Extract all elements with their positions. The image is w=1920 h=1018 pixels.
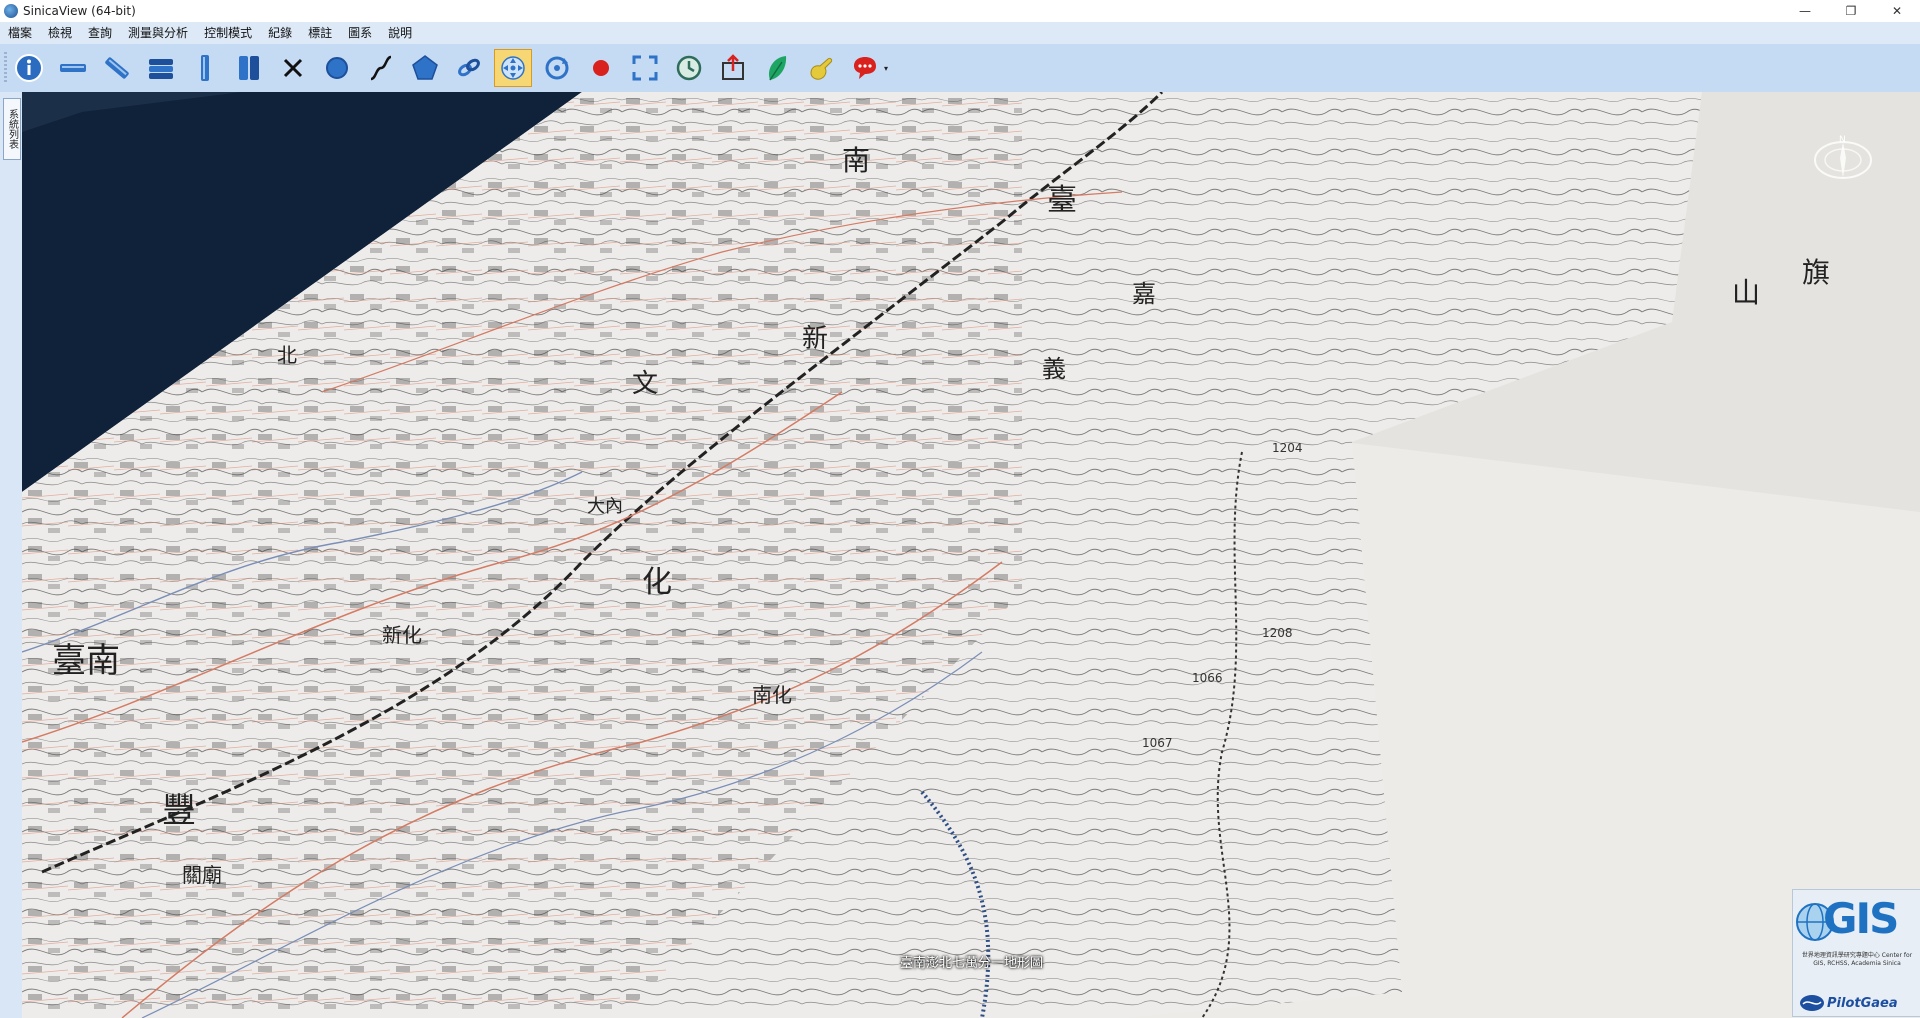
minimize-button[interactable]: — (1782, 0, 1828, 22)
app-globe-icon (4, 4, 18, 18)
vertical-ruler-button[interactable] (188, 51, 222, 85)
export-icon (722, 54, 744, 80)
history-button[interactable] (672, 51, 706, 85)
leaf-icon (768, 56, 787, 81)
clear-button[interactable] (276, 51, 310, 85)
map-label: 南化 (752, 683, 792, 707)
close-x-icon (283, 58, 303, 78)
diagonal-ruler-button[interactable] (100, 51, 134, 85)
pan-navigation-icon (501, 56, 525, 80)
left-sidebar: 系統列表 (0, 92, 23, 1018)
gis-logo-subtitle: 世界地理資訊學研究專題中心 Center for GIS, RCHSS, Aca… (1801, 952, 1913, 967)
toolbar-grip[interactable] (4, 52, 7, 84)
map-label: 旗 (1802, 256, 1830, 289)
restore-button[interactable]: ❐ (1828, 0, 1874, 22)
menu-view[interactable]: 檢視 (40, 22, 80, 44)
map-label: 文 (632, 369, 658, 399)
map-label: 關廟 (182, 863, 222, 887)
vertical-ruler-icon (201, 55, 209, 81)
record-button[interactable] (584, 51, 618, 85)
rotate-icon (545, 56, 569, 80)
menu-help[interactable]: 說明 (380, 22, 420, 44)
horizontal-ruler-icon (60, 64, 86, 72)
map-label: 北 (277, 343, 297, 367)
map-sheet-caption: 臺南澎北七萬分一地形圖 (900, 956, 1044, 971)
menu-bar: 檔案 檢視 查詢 測量與分析 控制模式 紀錄 標註 圖系 說明 (0, 22, 1920, 44)
curve-measure-icon (370, 55, 392, 81)
fullscreen-icon (632, 55, 658, 81)
layer-stack-icon (149, 59, 173, 79)
diagonal-ruler-icon (105, 57, 129, 79)
pilotgaea-logo-icon (1800, 995, 1824, 1011)
terrain-map-canvas[interactable]: 臺 南 文 新 豐 化 嘉 義 山 旗 北 新化 臺南 大內 南化 關廟 120… (22, 92, 1920, 1018)
circle-measure-button[interactable] (320, 51, 354, 85)
history-clock-icon (676, 55, 702, 81)
map-label: 南 (842, 144, 870, 177)
map-label: 新化 (382, 623, 422, 647)
leaf-button[interactable] (760, 51, 794, 85)
double-ruler-icon (239, 56, 259, 80)
compass-north-label: N (1839, 135, 1846, 145)
close-button[interactable]: ✕ (1874, 0, 1920, 22)
link-icon (458, 58, 480, 77)
map-label: 大內 (587, 496, 623, 517)
map-label: 豐 (162, 791, 196, 831)
menu-annotation[interactable]: 標註 (300, 22, 340, 44)
rotate-button[interactable] (540, 51, 574, 85)
record-icon (593, 60, 609, 76)
compass-icon[interactable]: N (1812, 134, 1874, 182)
elevation-label: 1208 (1262, 626, 1293, 640)
pan-navigation-button[interactable] (494, 49, 532, 87)
menu-record[interactable]: 紀錄 (260, 22, 300, 44)
fullscreen-button[interactable] (628, 51, 662, 85)
link-button[interactable] (452, 51, 486, 85)
horizontal-ruler-button[interactable] (56, 51, 90, 85)
menu-file[interactable]: 檔案 (0, 22, 40, 44)
annotation-hand-icon (810, 57, 833, 80)
map-label: 化 (642, 565, 672, 600)
layer-stack-button[interactable] (144, 51, 178, 85)
sidebar-tab-system-list[interactable]: 系統列表 (3, 98, 21, 160)
menu-map-series[interactable]: 圖系 (340, 22, 380, 44)
title-bar: SinicaView (64-bit) — ❐ ✕ (0, 0, 1920, 22)
map-label: 臺 (1047, 183, 1077, 218)
menu-measure-analysis[interactable]: 測量與分析 (120, 22, 196, 44)
toolbar: ▾ (0, 44, 1920, 92)
map-3d-view[interactable]: 臺 南 文 新 豐 化 嘉 義 山 旗 北 新化 臺南 大內 南化 關廟 120… (22, 92, 1920, 1018)
curve-measure-button[interactable] (364, 51, 398, 85)
circle-measure-icon (326, 57, 348, 79)
info-button[interactable] (12, 51, 46, 85)
gis-logo: GIS 世界地理資訊學研究專題中心 Center for GIS, RCHSS,… (1792, 889, 1920, 1017)
toolbar-overflow-dropdown[interactable]: ▾ (884, 64, 894, 74)
gis-logo-text: GIS (1823, 894, 1899, 943)
map-label: 義 (1042, 355, 1066, 383)
window-title: SinicaView (64-bit) (23, 4, 136, 18)
map-label: 嘉 (1132, 280, 1156, 308)
map-label: 新 (802, 324, 828, 354)
map-label: 山 (1732, 276, 1760, 309)
elevation-label: 1066 (1192, 671, 1223, 685)
info-icon (15, 54, 43, 82)
pilotgaea-logo-text: PilotGaea (1827, 996, 1898, 1011)
comment-bubble-icon (854, 57, 876, 79)
elevation-label: 1204 (1272, 441, 1303, 455)
window-controls: — ❐ ✕ (1782, 0, 1920, 22)
comment-button[interactable] (848, 51, 882, 85)
polygon-measure-icon (412, 55, 438, 80)
map-label: 臺南 (52, 641, 120, 681)
menu-query[interactable]: 查詢 (80, 22, 120, 44)
elevation-label: 1067 (1142, 736, 1173, 750)
double-ruler-button[interactable] (232, 51, 266, 85)
polygon-measure-button[interactable] (408, 51, 442, 85)
export-button[interactable] (716, 51, 750, 85)
annotation-button[interactable] (804, 51, 838, 85)
menu-control-mode[interactable]: 控制模式 (196, 22, 260, 44)
